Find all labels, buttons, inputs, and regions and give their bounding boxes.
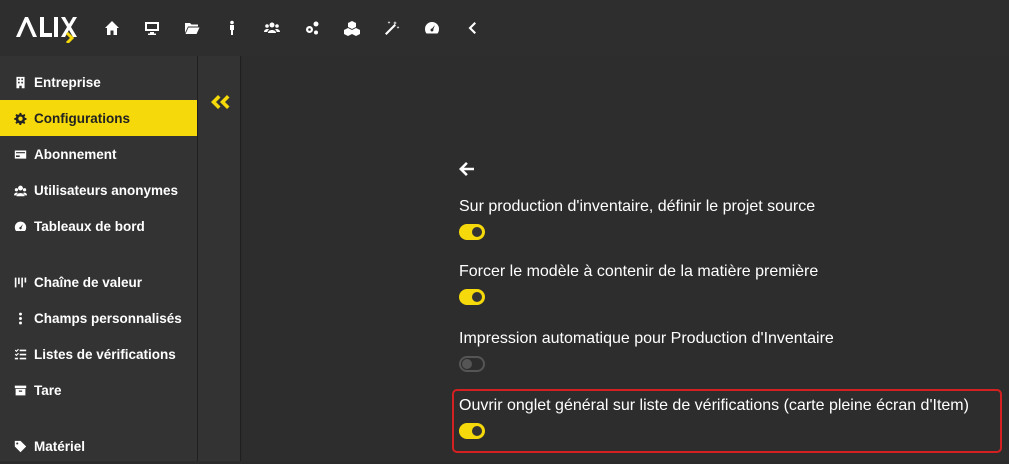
sidebar-item-label: Listes de vérifications bbox=[34, 346, 176, 362]
sidebar-item-utilisateurs-anonymes[interactable]: Utilisateurs anonymes bbox=[0, 172, 197, 208]
toggle-switch[interactable] bbox=[459, 356, 485, 372]
setting-force-raw-material: Forcer le modèle à contenir de la matièr… bbox=[459, 262, 818, 305]
building-icon bbox=[12, 74, 28, 90]
sidebar-item-label: Chaîne de valeur bbox=[34, 274, 143, 290]
gauge-icon bbox=[12, 218, 28, 234]
gear-icon bbox=[12, 110, 28, 126]
setting-label: Sur production d'inventaire, définir le … bbox=[459, 198, 816, 215]
sidebar-item-label: Abonnement bbox=[34, 146, 117, 162]
setting-auto-print: Impression automatique pour Production d… bbox=[459, 329, 834, 372]
value-chain-icon bbox=[12, 274, 28, 290]
sidebar-item-label: Champs personnalisés bbox=[34, 310, 182, 326]
double-chevron-left-icon[interactable] bbox=[208, 92, 232, 112]
tag-icon bbox=[12, 438, 28, 454]
sidebar-item-tare[interactable]: Tare bbox=[0, 372, 197, 408]
setting-label: Ouvrir onglet général sur liste de vérif… bbox=[459, 397, 969, 414]
top-navbar bbox=[0, 0, 1009, 56]
person-icon[interactable] bbox=[212, 0, 252, 56]
sidebar-item-abonnement[interactable]: Abonnement bbox=[0, 136, 197, 172]
sidebar-item-label: Entreprise bbox=[34, 74, 101, 90]
vertical-ellipsis-icon bbox=[12, 310, 28, 326]
magic-wand-icon[interactable] bbox=[372, 0, 412, 56]
sidebar-item-tableaux-de-bord[interactable]: Tableaux de bord bbox=[0, 208, 197, 244]
cogs-icon[interactable] bbox=[292, 0, 332, 56]
alix-logo[interactable] bbox=[0, 0, 92, 56]
checklist-icon bbox=[12, 346, 28, 362]
sidebar-item-entreprise[interactable]: Entreprise bbox=[0, 64, 197, 100]
sidebar-item-chaine-de-valeur[interactable]: Chaîne de valeur bbox=[0, 264, 197, 300]
sidebar-item-label: Utilisateurs anonymes bbox=[34, 182, 179, 198]
sidebar-item-label: Tare bbox=[34, 382, 62, 398]
cubes-icon[interactable] bbox=[332, 0, 372, 56]
setting-open-general-tab: Ouvrir onglet général sur liste de vérif… bbox=[459, 396, 969, 439]
setting-source-project: Sur production d'inventaire, définir le … bbox=[459, 197, 815, 240]
sidebar-item-champs-personnalises[interactable]: Champs personnalisés bbox=[0, 300, 197, 336]
toggle-switch[interactable] bbox=[459, 289, 485, 305]
home-icon[interactable] bbox=[92, 0, 132, 56]
sidebar-item-listes-de-verifications[interactable]: Listes de vérifications bbox=[0, 336, 197, 372]
back-arrow-icon[interactable] bbox=[458, 160, 476, 178]
sidebar-item-configurations[interactable]: Configurations bbox=[0, 100, 197, 136]
dashboard-gauge-icon[interactable] bbox=[412, 0, 452, 56]
main-content: Sur production d'inventaire, définir le … bbox=[242, 56, 1009, 461]
sidebar-item-materiel[interactable]: Matériel bbox=[0, 428, 197, 464]
box-icon bbox=[12, 382, 28, 398]
toggle-switch[interactable] bbox=[459, 224, 485, 240]
desktop-icon[interactable] bbox=[132, 0, 172, 56]
credit-card-icon bbox=[12, 146, 28, 162]
sidebar-item-label: Tableaux de bord bbox=[34, 218, 145, 234]
sidebar-item-label: Matériel bbox=[34, 438, 86, 454]
folder-icon[interactable] bbox=[172, 0, 212, 56]
sidebar-item-label: Configurations bbox=[34, 110, 130, 126]
sidebar-collapse-column bbox=[198, 56, 241, 461]
users-icon[interactable] bbox=[252, 0, 292, 56]
setting-label: Forcer le modèle à contenir de la matièr… bbox=[459, 263, 819, 280]
user-secret-icon bbox=[12, 182, 28, 198]
toggle-switch[interactable] bbox=[459, 423, 485, 439]
sidebar: Entreprise Configurations Abonnement Uti… bbox=[0, 56, 198, 461]
chevron-left-icon[interactable] bbox=[452, 0, 492, 56]
setting-label: Impression automatique pour Production d… bbox=[459, 330, 834, 347]
